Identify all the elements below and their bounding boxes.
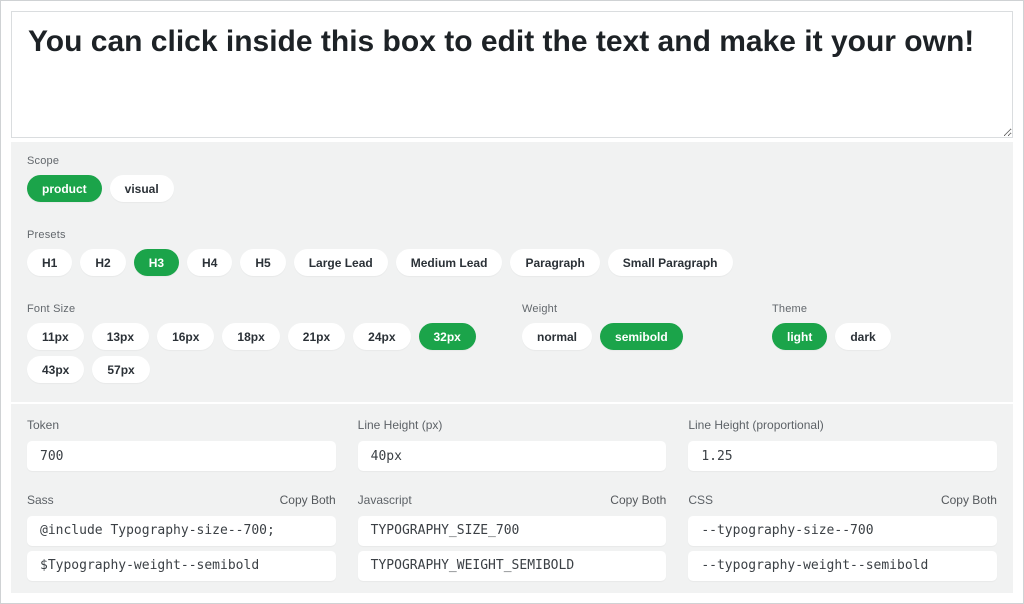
line-height-proportional-label: Line Height (proportional) (688, 418, 823, 432)
pill-13px[interactable]: 13px (92, 323, 149, 350)
pill-paragraph[interactable]: Paragraph (510, 249, 599, 276)
css-copy-both-button[interactable]: Copy Both (941, 493, 997, 507)
theme-group: Theme light dark (772, 303, 997, 356)
pill-16px[interactable]: 16px (157, 323, 214, 350)
weight-options: normal semibold (522, 323, 772, 356)
line-height-proportional-column: Line Height (proportional) (688, 418, 997, 471)
css-outputs: --typography-size--700 --typography-weigh… (688, 516, 997, 581)
pill-product[interactable]: product (27, 175, 102, 202)
pill-visual[interactable]: visual (110, 175, 174, 202)
css-column: CSS Copy Both --typography-size--700--ty… (688, 493, 997, 586)
line-height-proportional-input[interactable] (688, 441, 997, 471)
pill-32px[interactable]: 32px (419, 323, 476, 350)
javascript-output-line[interactable]: TYPOGRAPHY_SIZE_700 (358, 516, 667, 546)
javascript-output-line[interactable]: TYPOGRAPHY_WEIGHT_SEMIBOLD (358, 551, 667, 581)
token-column: Token (27, 418, 336, 471)
token-input[interactable] (27, 441, 336, 471)
pill-large-lead[interactable]: Large Lead (294, 249, 388, 276)
css-label: CSS (688, 493, 713, 507)
pill-h5[interactable]: H5 (240, 249, 285, 276)
theme-label: Theme (772, 303, 997, 315)
presets-label: Presets (27, 229, 997, 241)
pill-21px[interactable]: 21px (288, 323, 345, 350)
pill-normal[interactable]: normal (522, 323, 592, 350)
weight-group: Weight normal semibold (522, 303, 772, 356)
line-height-px-label: Line Height (px) (358, 418, 443, 432)
line-height-px-input[interactable] (358, 441, 667, 471)
pill-18px[interactable]: 18px (222, 323, 279, 350)
pill-h2[interactable]: H2 (80, 249, 125, 276)
css-output-line[interactable]: --typography-size--700 (688, 516, 997, 546)
pill-24px[interactable]: 24px (353, 323, 410, 350)
presets-options: H1 H2 H3 H4 H5 Large Lead Medium Lead Paragraph… (27, 249, 997, 282)
outputs-panel: Token Line Height (px) Line Height (prop… (11, 404, 1013, 593)
sass-label: Sass (27, 493, 54, 507)
css-output-line[interactable]: --typography-weight--semibold (688, 551, 997, 581)
javascript-label: Javascript (358, 493, 412, 507)
scope-options: product visual (27, 175, 997, 208)
sass-outputs: @include Typography-size--700; $Typograph… (27, 516, 336, 581)
sass-copy-both-button[interactable]: Copy Both (280, 493, 336, 507)
pill-light[interactable]: light (772, 323, 827, 350)
weight-label: Weight (522, 303, 772, 315)
javascript-outputs: TYPOGRAPHY_SIZE_700 TYPOGRAPHY_WEIGHT_SEM… (358, 516, 667, 581)
presets-group: Presets H1 H2 H3 H4 H5 Large Lead Medium Lead P… (27, 229, 997, 282)
font-size-options: 11px 13px 16px 18px 21px 24px 32px 43px 57px (27, 323, 522, 389)
preview-textarea[interactable]: You can click inside this box to edit th… (11, 11, 1013, 138)
token-label: Token (27, 418, 59, 432)
typography-tool-page: You can click inside this box to edit th… (1, 1, 1023, 603)
font-size-group: Font Size 11px 13px 16px 18px 21px 24px 32px 43… (27, 303, 522, 389)
javascript-column: Javascript Copy Both TYPOGRAPHY_SIZE_700… (358, 493, 667, 586)
pill-43px[interactable]: 43px (27, 356, 84, 383)
sass-output-line[interactable]: $Typography-weight--semibold (27, 551, 336, 581)
line-height-px-column: Line Height (px) (358, 418, 667, 471)
pill-h1[interactable]: H1 (27, 249, 72, 276)
javascript-copy-both-button[interactable]: Copy Both (610, 493, 666, 507)
pill-semibold[interactable]: semibold (600, 323, 683, 350)
sass-output-line[interactable]: @include Typography-size--700; (27, 516, 336, 546)
sass-column: Sass Copy Both @include Typography-size-… (27, 493, 336, 586)
scope-group: Scope product visual (27, 155, 997, 208)
font-size-label: Font Size (27, 303, 522, 315)
pill-dark[interactable]: dark (835, 323, 890, 350)
pill-11px[interactable]: 11px (27, 323, 84, 350)
theme-options: light dark (772, 323, 997, 356)
pill-h3[interactable]: H3 (134, 249, 179, 276)
scope-label: Scope (27, 155, 997, 167)
pill-small-paragraph[interactable]: Small Paragraph (608, 249, 733, 276)
controls-panel: Scope product visual Presets H1 H2 H3 H4 H5 La… (11, 142, 1013, 402)
pill-57px[interactable]: 57px (92, 356, 149, 383)
pill-h4[interactable]: H4 (187, 249, 232, 276)
pill-medium-lead[interactable]: Medium Lead (396, 249, 503, 276)
